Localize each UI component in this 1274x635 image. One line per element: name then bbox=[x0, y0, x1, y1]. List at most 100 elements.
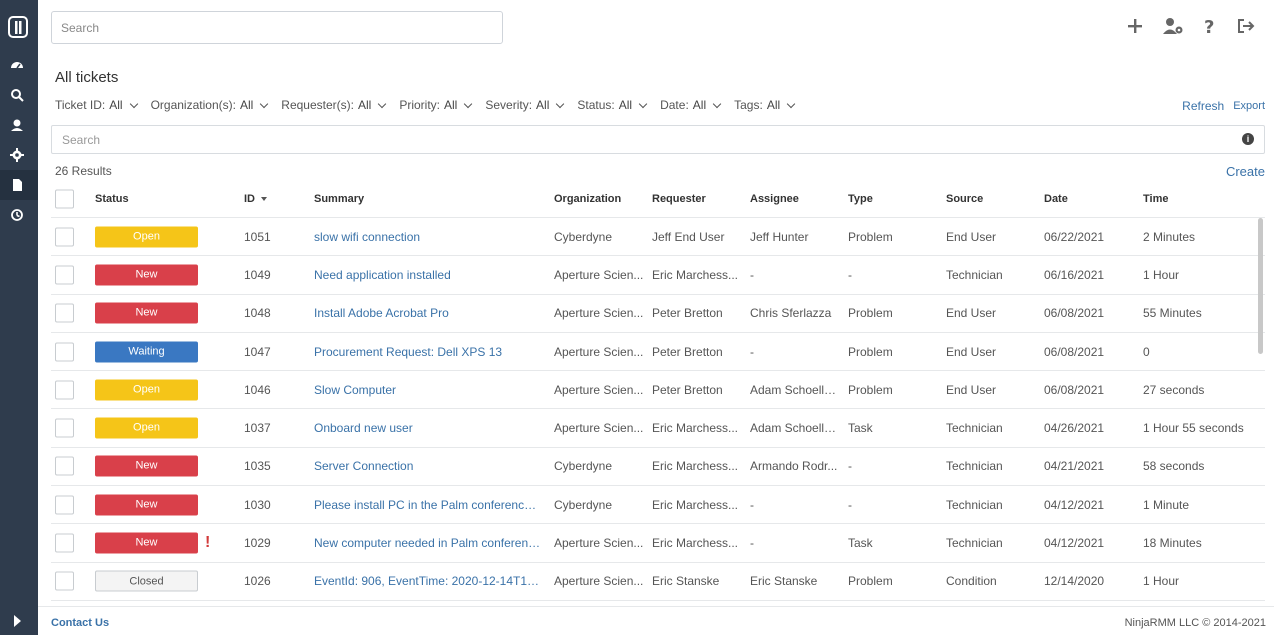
ninja-logo-icon[interactable] bbox=[8, 16, 28, 38]
filter-label: Priority: bbox=[399, 98, 441, 112]
alert-icon: ! bbox=[205, 534, 211, 552]
cell-id: 1029 bbox=[244, 536, 271, 551]
col-header-type[interactable]: Type bbox=[848, 193, 873, 205]
cell-summary[interactable]: Slow Computer bbox=[314, 383, 542, 397]
cell-summary[interactable]: Procurement Request: Dell XPS 13 bbox=[314, 345, 542, 359]
history-icon[interactable] bbox=[10, 208, 24, 222]
filter-value: All bbox=[239, 98, 254, 112]
cell-summary[interactable]: New computer needed in Palm conferenc... bbox=[314, 536, 542, 550]
col-header-organization[interactable]: Organization bbox=[554, 193, 621, 205]
table-row[interactable]: New! 1029 New computer needed in Palm conf… bbox=[51, 524, 1265, 563]
table-row[interactable]: Closed 1026 EventId: 906, EventTime: 2020-… bbox=[51, 563, 1265, 601]
status-badge: Open bbox=[95, 379, 198, 401]
col-header-date[interactable]: Date bbox=[1044, 193, 1068, 205]
cell-source: Technician bbox=[946, 459, 1003, 474]
cell-summary[interactable]: Server Connection bbox=[314, 459, 542, 473]
cell-time: 1 Hour bbox=[1143, 574, 1180, 589]
col-header-requester[interactable]: Requester bbox=[652, 193, 706, 205]
table-row[interactable]: Open 1046 Slow Computer Aperture Scien... Pe… bbox=[51, 371, 1265, 410]
col-header-assignee[interactable]: Assignee bbox=[750, 193, 799, 205]
filter-severity[interactable]: Severity: All bbox=[485, 98, 565, 112]
table-row[interactable]: New 1049 Need application installed Apertur… bbox=[51, 256, 1265, 295]
cell-summary[interactable]: Onboard new user bbox=[314, 421, 542, 435]
filter-ticket-id[interactable]: Ticket ID: All bbox=[55, 98, 138, 112]
table-row[interactable]: Open 1037 Onboard new user Aperture Scien..… bbox=[51, 409, 1265, 448]
ticket-document-icon[interactable] bbox=[10, 178, 24, 192]
cell-date: 04/21/2021 bbox=[1044, 459, 1105, 474]
cell-summary[interactable]: Need application installed bbox=[314, 268, 542, 282]
export-link[interactable]: Export bbox=[1233, 100, 1265, 113]
row-checkbox[interactable] bbox=[55, 418, 74, 438]
contact-us-link[interactable]: Contact Us bbox=[51, 617, 109, 629]
status-badge: Open bbox=[95, 226, 198, 248]
cell-summary[interactable]: EventId: 906, EventTime: 2020-12-14T19:0… bbox=[314, 574, 542, 588]
cell-type: - bbox=[848, 497, 852, 512]
filter-requester[interactable]: Requester(s): All bbox=[281, 98, 387, 112]
cell-organization: Aperture Scien... bbox=[554, 306, 644, 321]
info-icon[interactable]: i bbox=[1242, 133, 1254, 145]
row-checkbox[interactable] bbox=[55, 456, 74, 476]
select-all-checkbox[interactable] bbox=[55, 189, 74, 208]
global-search-input[interactable]: Search bbox=[51, 11, 503, 44]
cell-organization: Aperture Scien... bbox=[554, 574, 644, 589]
create-ticket-link[interactable]: Create bbox=[1226, 164, 1265, 179]
search-icon[interactable] bbox=[10, 88, 24, 102]
copyright-text: NinjaRMM LLC © 2014-2021 bbox=[1124, 617, 1266, 629]
row-checkbox[interactable] bbox=[55, 303, 74, 323]
filter-value: All bbox=[766, 98, 781, 112]
cell-organization: Cyberdyne bbox=[554, 459, 613, 474]
refresh-link[interactable]: Refresh bbox=[1182, 99, 1224, 113]
expand-sidebar-icon[interactable] bbox=[14, 615, 21, 627]
cell-type: - bbox=[848, 459, 852, 474]
row-checkbox[interactable] bbox=[55, 571, 74, 591]
row-checkbox[interactable] bbox=[55, 265, 74, 285]
cell-id: 1047 bbox=[244, 344, 271, 359]
col-header-status[interactable]: Status bbox=[95, 193, 129, 205]
row-checkbox[interactable] bbox=[55, 342, 74, 362]
filter-priority[interactable]: Priority: All bbox=[399, 98, 473, 112]
cell-summary[interactable]: Please install PC in the Palm conference… bbox=[314, 498, 542, 512]
table-row[interactable]: New 1035 Server Connection Cyberdyne Eric Ma… bbox=[51, 448, 1265, 487]
table-row[interactable]: New 1030 Please install PC in the Palm con… bbox=[51, 486, 1265, 525]
table-row[interactable]: New 1048 Install Adobe Acrobat Pro Aperture… bbox=[51, 295, 1265, 333]
table-scrollbar[interactable] bbox=[1258, 218, 1263, 354]
table-row[interactable]: Open 1051 slow wifi connection Cyberdyne Jef… bbox=[51, 218, 1265, 257]
plus-icon[interactable] bbox=[1125, 16, 1145, 36]
row-checkbox[interactable] bbox=[55, 495, 74, 515]
cell-summary[interactable]: slow wifi connection bbox=[314, 230, 542, 244]
filter-value: All bbox=[692, 98, 707, 112]
sort-desc-icon bbox=[261, 196, 267, 201]
row-checkbox[interactable] bbox=[55, 227, 74, 247]
user-icon[interactable] bbox=[10, 118, 24, 132]
row-checkbox[interactable] bbox=[55, 533, 74, 553]
results-count: 26 Results bbox=[55, 164, 112, 178]
col-header-time[interactable]: Time bbox=[1143, 193, 1168, 205]
filter-status[interactable]: Status: All bbox=[577, 98, 648, 112]
svg-text:?: ? bbox=[1204, 17, 1214, 36]
col-header-source[interactable]: Source bbox=[946, 193, 983, 205]
filter-value: All bbox=[444, 98, 458, 112]
filter-tags[interactable]: Tags: All bbox=[734, 98, 796, 112]
status-badge: New bbox=[95, 532, 198, 554]
help-icon[interactable]: ? bbox=[1199, 16, 1219, 38]
cell-organization: Aperture Scien... bbox=[554, 344, 644, 359]
ticket-search-input[interactable]: Search i bbox=[51, 125, 1265, 154]
dashboard-icon[interactable] bbox=[10, 58, 24, 72]
filter-organization[interactable]: Organization(s): All bbox=[151, 98, 269, 112]
cell-type: - bbox=[848, 267, 852, 282]
user-settings-icon[interactable] bbox=[1162, 16, 1183, 36]
cell-type: Problem bbox=[848, 229, 893, 244]
cell-id: 1037 bbox=[244, 421, 271, 436]
cell-type: Task bbox=[848, 536, 873, 551]
cell-summary[interactable]: Install Adobe Acrobat Pro bbox=[314, 306, 542, 320]
cell-time: 0 bbox=[1143, 344, 1150, 359]
col-header-id[interactable]: ID bbox=[244, 193, 267, 205]
gear-icon[interactable] bbox=[10, 148, 24, 162]
cell-assignee: Armando Rodr... bbox=[750, 459, 838, 474]
filter-date[interactable]: Date: All bbox=[660, 98, 722, 112]
logout-icon[interactable] bbox=[1236, 16, 1256, 36]
col-header-summary[interactable]: Summary bbox=[314, 193, 364, 205]
row-checkbox[interactable] bbox=[55, 380, 74, 400]
table-row[interactable]: Waiting 1047 Procurement Request: Dell XPS… bbox=[51, 333, 1265, 372]
ticket-search-placeholder: Search bbox=[62, 133, 101, 147]
